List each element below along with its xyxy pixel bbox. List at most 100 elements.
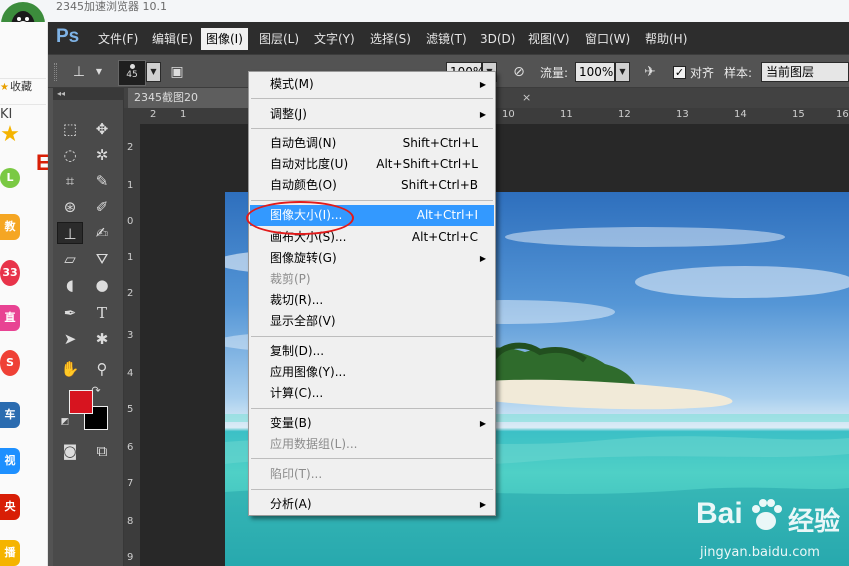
sidebar-item-33[interactable]: 33 <box>0 260 20 286</box>
type-tool-icon[interactable]: T <box>89 302 115 324</box>
blur-tool-icon[interactable]: ◖ <box>57 274 83 296</box>
quick-mask-icon[interactable]: ◙ <box>57 440 83 462</box>
screen-mode-icon[interactable]: ⧉ <box>89 440 115 462</box>
menu-select[interactable]: 选择(S) <box>370 31 411 47</box>
sidebar-item-cctv[interactable]: 央视 <box>0 494 20 520</box>
menu-separator <box>251 458 493 459</box>
browser-tab-stub[interactable]: KI <box>0 107 12 122</box>
healing-brush-tool-icon[interactable]: ⊛ <box>57 196 83 218</box>
flow-dropdown-button[interactable]: ▼ <box>615 62 630 82</box>
menu-item-adjustments[interactable]: 调整(J) ▶ <box>250 104 494 125</box>
foreground-color-swatch[interactable] <box>69 390 93 414</box>
ps-toolbox: ◂◂ ⬚ ✥ ◌ ✲ ⌗ ✎ ⊛ ✐ ⊥ ✍ ▱ ⛛ ◖ ● ✒ T ➤ ✱ ✋… <box>53 88 124 566</box>
airbrush-icon[interactable]: ✈ <box>641 64 659 80</box>
star-icon[interactable]: ★ <box>0 122 20 148</box>
vertical-ruler[interactable]: 2 1 0 1 2 3 4 5 6 7 8 9 <box>124 124 140 566</box>
image-menu-dropdown: 模式(M) ▶ 调整(J) ▶ 自动色调(N) Shift+Ctrl+L 自动对比度(… <box>248 71 496 516</box>
toolbox-collapse-button[interactable]: ◂◂ <box>53 88 124 100</box>
sample-label: 样本: <box>724 66 753 80</box>
eyedropper-tool-icon[interactable]: ✎ <box>89 170 115 192</box>
menu-edit[interactable]: 编辑(E) <box>152 31 193 47</box>
chevron-down-icon[interactable]: ▼ <box>90 64 108 80</box>
menu-image[interactable]: 图像(I) <box>201 28 248 50</box>
sample-select[interactable]: 当前图层 <box>761 62 849 82</box>
ruler-origin[interactable] <box>124 108 140 124</box>
menu-help[interactable]: 帮助(H) <box>645 31 687 47</box>
paint-bucket-tool-icon[interactable]: ⛛ <box>89 248 115 270</box>
menu-view[interactable]: 视图(V) <box>528 31 570 47</box>
eraser-tool-icon[interactable]: ▱ <box>57 248 83 270</box>
sidebar-item-car-news[interactable]: 车讯 <box>0 402 20 428</box>
menu-3d[interactable]: 3D(D) <box>480 31 515 47</box>
submenu-arrow-icon: ▶ <box>479 419 486 428</box>
move-tool-icon[interactable]: ✥ <box>89 118 115 140</box>
menu-window[interactable]: 窗口(W) <box>585 31 630 47</box>
zoom-tool-icon[interactable]: ⚲ <box>89 358 115 380</box>
ruler-left-label: 1 <box>127 180 134 191</box>
default-colors-icon[interactable]: ◩ <box>59 416 71 428</box>
document-tab-title: 2345截图20 <box>134 91 198 104</box>
brush-size: 45 <box>126 70 138 80</box>
ruler-top-label: 13 <box>676 109 689 120</box>
menu-item-trim[interactable]: 裁切(R)... <box>250 290 494 311</box>
menu-item-apply-image[interactable]: 应用图像(Y)... <box>250 362 494 383</box>
clone-stamp-preset-icon[interactable]: ⊥ <box>70 64 88 80</box>
menu-item-auto-contrast[interactable]: 自动对比度(U) Alt+Shift+Ctrl+L <box>250 154 494 175</box>
ruler-top-label: 10 <box>502 109 515 120</box>
browser-title-bar: 2345加速浏览器 10.1 <box>0 0 849 22</box>
options-grip[interactable] <box>54 63 57 81</box>
red-annotation-circle <box>246 201 354 235</box>
ruler-top-label: 16 <box>836 109 849 120</box>
menu-item-calculations[interactable]: 计算(C)... <box>250 383 494 404</box>
brush-preset-picker[interactable]: 45 <box>118 60 146 86</box>
menu-separator <box>251 128 493 129</box>
menu-filter[interactable]: 滤镜(T) <box>426 31 467 47</box>
menu-separator <box>251 98 493 99</box>
menu-item-apply-data-set: 应用数据组(L)... <box>270 437 358 451</box>
brush-dropdown-button[interactable]: ▼ <box>146 62 161 82</box>
custom-shape-tool-icon[interactable]: ✱ <box>89 328 115 350</box>
lasso-tool-icon[interactable]: ◌ <box>57 144 83 166</box>
path-selection-tool-icon[interactable]: ➤ <box>57 328 83 350</box>
ruler-top-label: 12 <box>618 109 631 120</box>
menu-item-duplicate[interactable]: 复制(D)... <box>250 341 494 362</box>
align-checkbox[interactable]: ✓ <box>673 66 686 79</box>
pen-tool-icon[interactable]: ✒ <box>57 302 83 324</box>
menu-item-mode[interactable]: 模式(M) ▶ <box>250 74 494 95</box>
menu-item-image-rotation[interactable]: 图像旋转(G) ▶ <box>250 248 494 269</box>
magic-wand-tool-icon[interactable]: ✲ <box>89 144 115 166</box>
history-brush-tool-icon[interactable]: ✍ <box>89 222 115 244</box>
baidu-jingyan-watermark: Bai 经验 jingyan.baidu.com <box>696 497 849 566</box>
favorites-button[interactable]: ★收藏 <box>0 78 32 94</box>
dodge-tool-icon[interactable]: ● <box>89 274 115 296</box>
crop-tool-icon[interactable]: ⌗ <box>57 170 83 192</box>
marquee-tool-icon[interactable]: ⬚ <box>57 118 83 140</box>
menu-separator <box>251 489 493 490</box>
sidebar-item-s[interactable]: S <box>0 350 20 376</box>
watermark-url: jingyan.baidu.com <box>700 545 820 560</box>
browser-sidebar: ★收藏 KI ★ L 教育 33 直播 S 车讯 视频 央视 播扑 E <box>0 22 51 566</box>
flow-field[interactable]: 100% <box>575 62 615 82</box>
clone-stamp-tool-icon[interactable]: ⊥ <box>57 222 83 244</box>
menu-item-analysis[interactable]: 分析(A) ▶ <box>250 494 494 515</box>
sidebar-item-other[interactable]: 播扑 <box>0 540 20 566</box>
menu-item-reveal-all[interactable]: 显示全部(V) <box>250 311 494 332</box>
sidebar-item-education[interactable]: 教育 <box>0 214 20 240</box>
close-icon[interactable]: × <box>522 91 531 104</box>
menu-item-variables[interactable]: 变量(B) ▶ <box>250 413 494 434</box>
menu-item-auto-tone[interactable]: 自动色调(N) Shift+Ctrl+L <box>250 133 494 154</box>
watermark-brand: Bai <box>696 497 743 530</box>
menu-file[interactable]: 文件(F) <box>98 31 138 47</box>
ruler-top-label: 2 <box>150 109 157 120</box>
brush-tool-icon[interactable]: ✐ <box>89 196 115 218</box>
clock-icon[interactable]: L <box>0 168 20 188</box>
menu-item-auto-color[interactable]: 自动颜色(O) Shift+Ctrl+B <box>250 175 494 196</box>
pressure-opacity-icon[interactable]: ⊘ <box>510 64 528 80</box>
menu-type[interactable]: 文字(Y) <box>314 31 355 47</box>
sidebar-item-live[interactable]: 直播 <box>0 305 20 331</box>
sidebar-item-video[interactable]: 视频 <box>0 448 20 474</box>
hand-tool-icon[interactable]: ✋ <box>57 358 83 380</box>
menu-layer[interactable]: 图层(L) <box>259 31 299 47</box>
brush-panel-icon[interactable]: ▣ <box>168 64 186 80</box>
ps-menubar: Ps 文件(F) 编辑(E) 图像(I) 图层(L) 文字(Y) 选择(S) 滤… <box>48 22 849 54</box>
